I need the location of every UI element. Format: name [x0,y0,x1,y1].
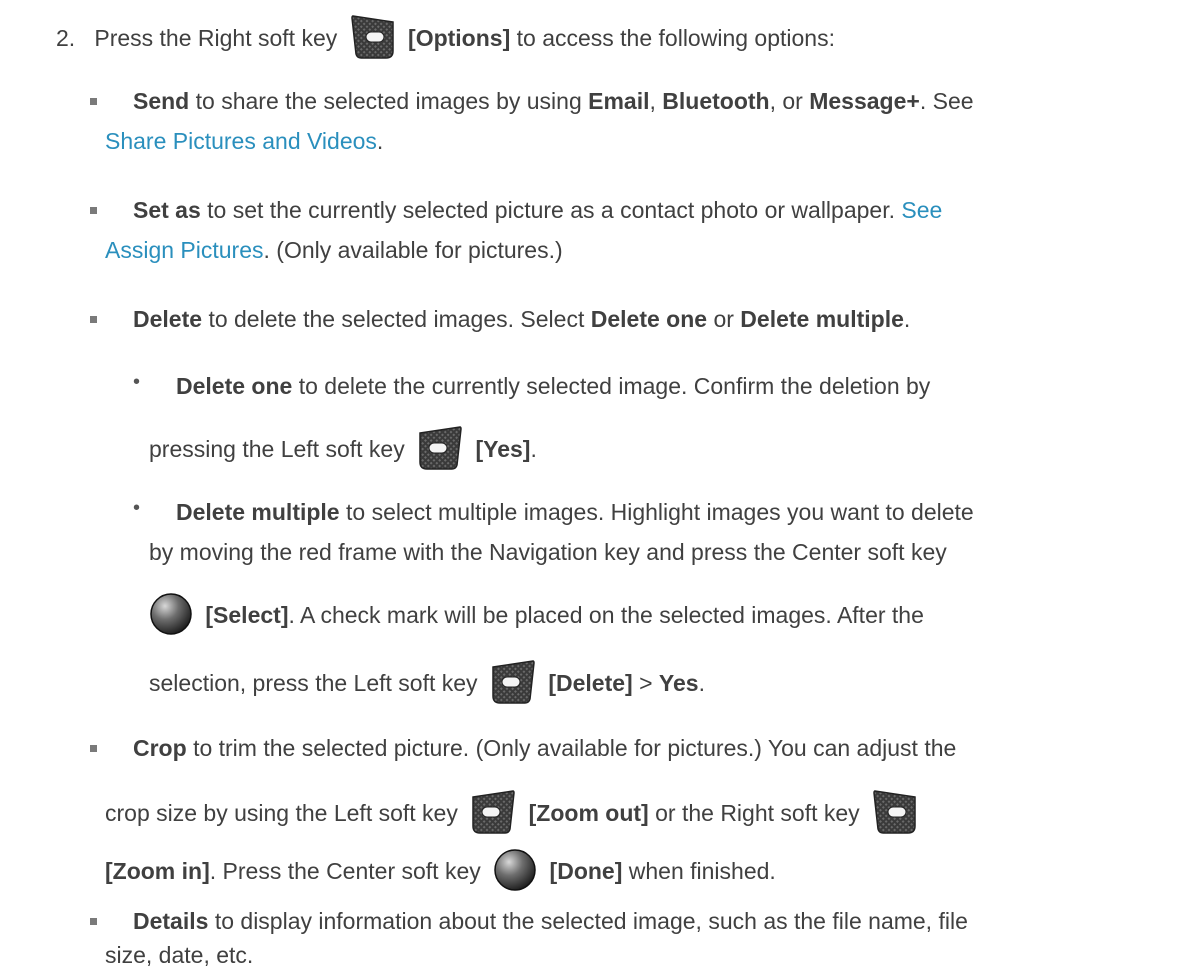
details-line-1: Details to display information about the… [133,908,968,934]
delete-one-line-1: Delete one to delete the currently selec… [176,373,931,399]
delete-multiple-line-4: selection, press the Left soft key [Dele… [149,659,705,708]
center-key-icon [493,848,537,892]
bullet-dot: • [133,497,141,519]
share-pictures-link[interactable]: Share Pictures and Videos [105,128,377,154]
bullet-square [90,207,97,214]
bullet-square [90,745,97,752]
left-soft-key-icon [470,789,516,835]
setas-line-2: Assign Pictures. (Only available for pic… [105,237,563,263]
delete-multiple-line-3: [Select]. A check mark will be placed on… [149,592,924,639]
center-key-icon [149,592,193,636]
assign-pictures-link[interactable]: Assign Pictures [105,237,264,263]
send-line-2: Share Pictures and Videos. [105,128,384,154]
left-soft-key-icon [417,425,463,471]
setas-line-1: Set as to set the currently selected pic… [133,197,943,223]
step-2-line: 2. Press the Right soft key [Options] to… [56,14,835,63]
bullet-square [90,316,97,323]
delete-multiple-line-2: by moving the red frame with the Navigat… [149,539,947,565]
step-number: 2. [56,25,76,52]
left-soft-key-icon [490,659,536,705]
delete-one-line-2: pressing the Left soft key [Yes]. [149,425,537,474]
crop-line-1: Crop to trim the selected picture. (Only… [133,735,957,761]
details-line-2: size, date, etc. [105,942,254,968]
crop-line-2: crop size by using the Left soft key [Zo… [105,789,924,838]
see-link[interactable]: See [901,197,942,223]
right-soft-key-icon [350,14,396,60]
bullet-dot: • [133,371,141,393]
crop-line-3: [Zoom in]. Press the Center soft key [Do… [105,848,776,895]
delete-line: Delete to delete the selected images. Se… [133,306,911,332]
right-soft-key-icon [872,789,918,835]
delete-multiple-line-1: Delete multiple to select multiple image… [176,499,974,525]
bullet-square [90,98,97,105]
send-line-1: Send to share the selected images by usi… [133,88,974,114]
bullet-square [90,918,97,925]
